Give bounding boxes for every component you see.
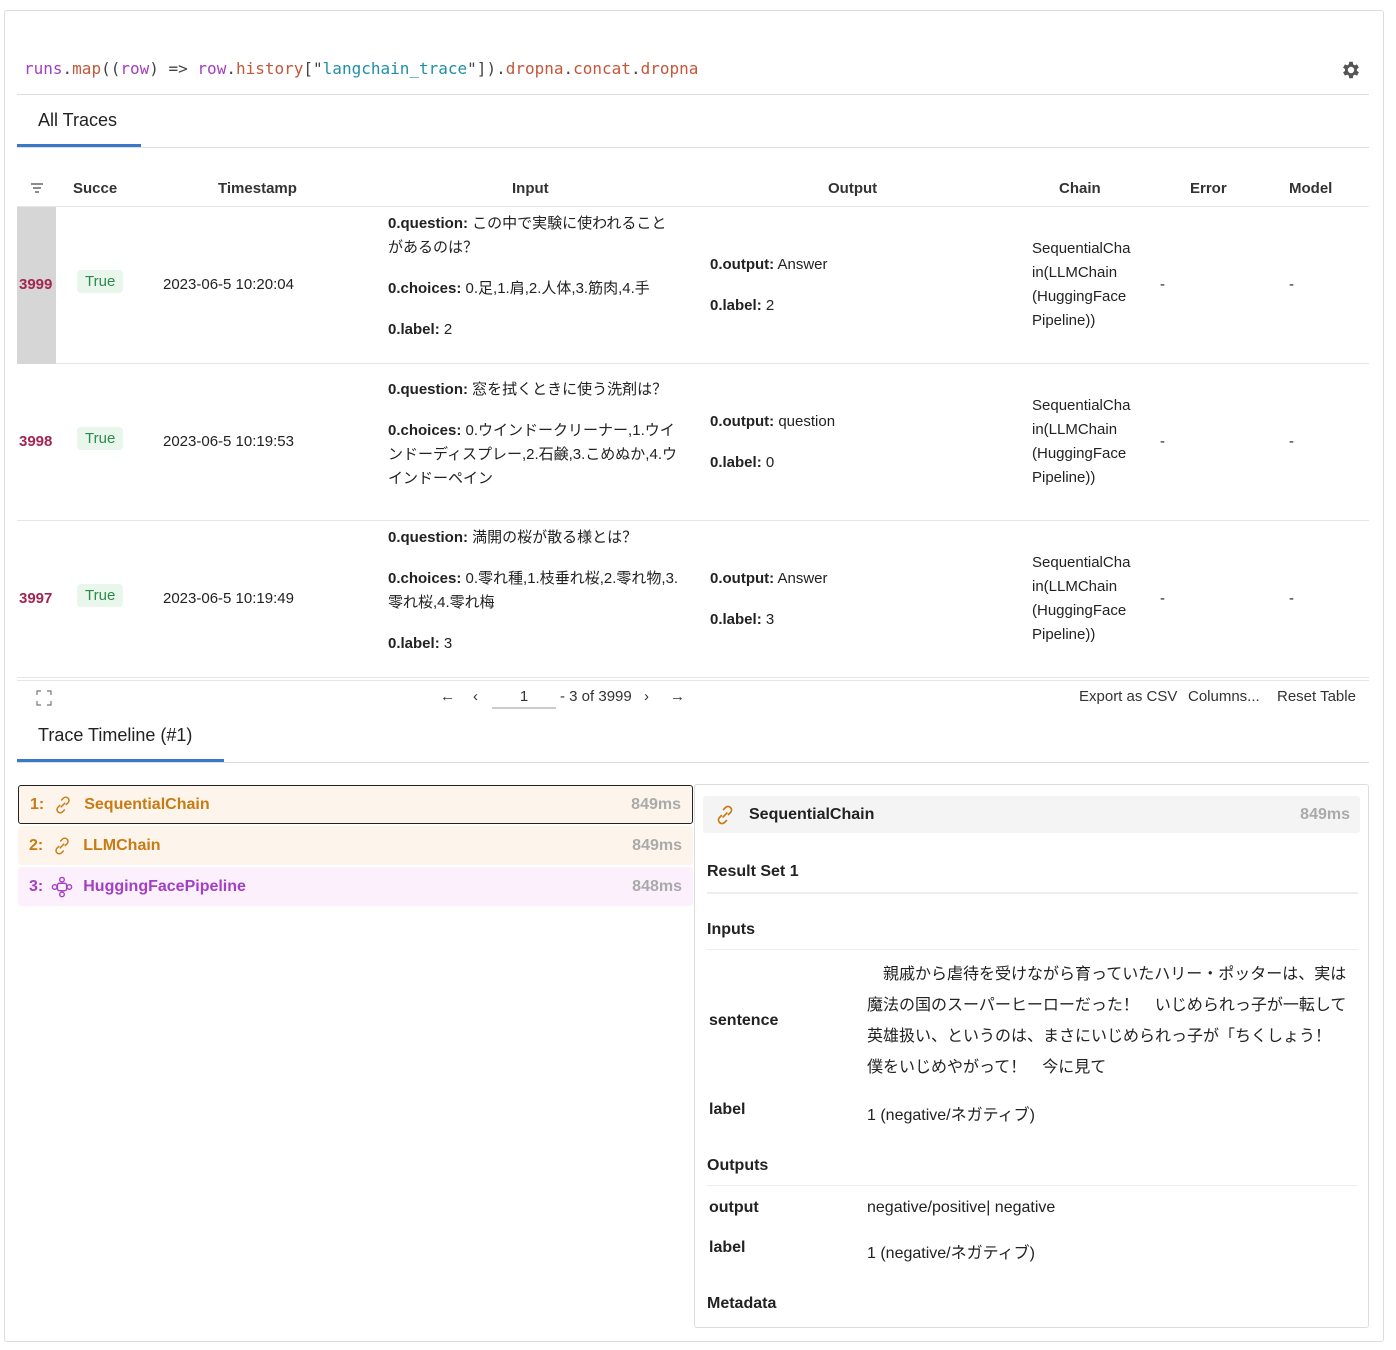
input-value: 窓を拭くときに使う洗剤は？ — [468, 381, 667, 398]
tab-all-traces[interactable]: All Traces — [38, 110, 117, 131]
result-set-heading: Result Set 1 — [707, 863, 799, 881]
columns-button[interactable]: Columns... — [1188, 688, 1260, 705]
output-key: 0.output: — [710, 570, 774, 587]
input-key: 0.label: — [388, 321, 440, 338]
output-value: Answer — [774, 570, 827, 587]
output-key: 0.label: — [710, 297, 762, 314]
link-icon — [52, 794, 74, 816]
chain-cell: SequentialChain(LLMChain(HuggingFacePipe… — [1032, 237, 1132, 333]
detail-header: SequentialChain849ms — [703, 796, 1360, 833]
output-cell: 0.output: Answer 0.label: 2 — [710, 207, 1002, 364]
model-icon — [51, 876, 73, 898]
gear-icon[interactable] — [1340, 59, 1362, 81]
output-key: 0.output: — [710, 256, 774, 273]
export-csv-button[interactable]: Export as CSV — [1079, 688, 1177, 705]
label-value: 1 (negative/ネガティブ) — [867, 1101, 1035, 1125]
chain-cell: SequentialChain(LLMChain(HuggingFacePipe… — [1032, 551, 1132, 647]
input-key: 0.choices: — [388, 422, 461, 439]
output-key: 0.label: — [710, 611, 762, 628]
input-cell: 0.question: 満開の桜が散る様とは？0.choices: 0.零れ種,… — [388, 521, 680, 678]
table-row[interactable]: 3997 True 2023-06-5 10:19:49 0.question: 満開… — [17, 521, 1369, 678]
header-chain[interactable]: Chain — [1059, 180, 1101, 197]
next-page-icon[interactable]: › — [644, 688, 649, 705]
output-cell: 0.output: question 0.label: 0 — [710, 364, 1002, 521]
model-cell: - — [1289, 273, 1294, 297]
input-value: 3 — [440, 635, 453, 652]
input-cell: 0.question: 窓を拭くときに使う洗剤は？0.choices: 0.ウイ… — [388, 364, 680, 521]
query-expression[interactable]: runs.map((row) => row.history["langchain… — [24, 59, 698, 78]
header-output[interactable]: Output — [828, 180, 877, 197]
input-key: 0.choices: — [388, 280, 461, 297]
link-icon — [51, 835, 73, 857]
output-key: 0.label: — [710, 454, 762, 471]
header-timestamp[interactable]: Timestamp — [218, 180, 297, 197]
output-value: 0 — [762, 454, 775, 471]
status-badge: True — [77, 427, 123, 450]
reset-table-button[interactable]: Reset Table — [1277, 688, 1356, 705]
error-cell: - — [1160, 587, 1165, 611]
tab-trace-timeline[interactable]: Trace Timeline (#1) — [38, 725, 192, 746]
timestamp: 2023-06-5 10:19:49 — [163, 587, 294, 611]
input-key: 0.choices: — [388, 570, 461, 587]
timestamp: 2023-06-5 10:20:04 — [163, 273, 294, 297]
header-input[interactable]: Input — [512, 180, 549, 197]
header-error[interactable]: Error — [1190, 180, 1227, 197]
fullscreen-icon[interactable] — [36, 690, 52, 706]
label-key: label — [709, 1239, 745, 1257]
output-value: 2 — [762, 297, 775, 314]
timestamp: 2023-06-5 10:19:53 — [163, 430, 294, 454]
input-key: 0.question: — [388, 529, 468, 546]
output-value: Answer — [774, 256, 827, 273]
last-page-arrow-icon[interactable]: → — [670, 688, 685, 705]
filter-icon[interactable] — [31, 183, 43, 193]
error-cell: - — [1160, 430, 1165, 454]
output-value: 3 — [762, 611, 775, 628]
header-success[interactable]: Succe — [73, 180, 117, 197]
timeline-item-huggingfacepipeline[interactable]: 3: HuggingFacePipeline848ms — [18, 867, 693, 906]
timeline-item-sequentialchain[interactable]: 1: SequentialChain849ms — [18, 785, 693, 824]
sentence-key: sentence — [709, 1012, 778, 1030]
row-id[interactable]: 3997 — [19, 587, 52, 611]
timeline-item-llmchain[interactable]: 2: LLMChain849ms — [18, 826, 693, 865]
model-cell: - — [1289, 587, 1294, 611]
input-key: 0.question: — [388, 215, 468, 232]
input-key: 0.question: — [388, 381, 468, 398]
prev-page-icon[interactable]: ‹ — [473, 688, 478, 705]
table-row[interactable]: 3999 True 2023-06-5 10:20:04 0.question: この… — [17, 207, 1369, 364]
link-icon — [713, 803, 737, 827]
output-cell: 0.output: Answer 0.label: 3 — [710, 521, 1002, 678]
first-page-arrow-icon[interactable]: ← — [440, 688, 455, 705]
outputs-heading: Outputs — [707, 1157, 768, 1175]
table-row[interactable]: 3998 True 2023-06-5 10:19:53 0.question: 窓を… — [17, 364, 1369, 521]
chain-cell: SequentialChain(LLMChain(HuggingFacePipe… — [1032, 394, 1132, 490]
input-value: 0.足,1.肩,2.人体,3.筋肉,4.手 — [461, 280, 649, 297]
output-key: output — [709, 1199, 759, 1217]
label-key: label — [709, 1101, 745, 1119]
sentence-value: 親戚から虐待を受けながら育っていたハリー・ポッターは、実は魔法の国のスーパーヒー… — [867, 959, 1347, 1083]
header-model[interactable]: Model — [1289, 180, 1332, 197]
error-cell: - — [1160, 273, 1165, 297]
status-badge: True — [77, 584, 123, 607]
inputs-heading: Inputs — [707, 921, 755, 939]
row-id[interactable]: 3998 — [19, 430, 52, 454]
model-cell: - — [1289, 430, 1294, 454]
metadata-heading: Metadata — [707, 1295, 776, 1313]
trace-detail-panel: SequentialChain849ms Result Set 1 Inputs… — [694, 784, 1369, 1328]
input-value: 2 — [440, 321, 453, 338]
output-value: question — [774, 413, 835, 430]
input-cell: 0.question: この中で実験に使われることがあるのは？0.choices… — [388, 207, 680, 364]
page-input[interactable]: 1 — [492, 688, 556, 709]
output-value: negative/positive| negative — [867, 1199, 1055, 1217]
row-id[interactable]: 3999 — [19, 273, 52, 297]
input-value: 満開の桜が散る様とは？ — [468, 529, 637, 546]
label-value: 1 (negative/ネガティブ) — [867, 1239, 1035, 1263]
input-key: 0.label: — [388, 635, 440, 652]
status-badge: True — [77, 270, 123, 293]
page-range: - 3 of 3999 — [560, 688, 632, 705]
output-key: 0.output: — [710, 413, 774, 430]
